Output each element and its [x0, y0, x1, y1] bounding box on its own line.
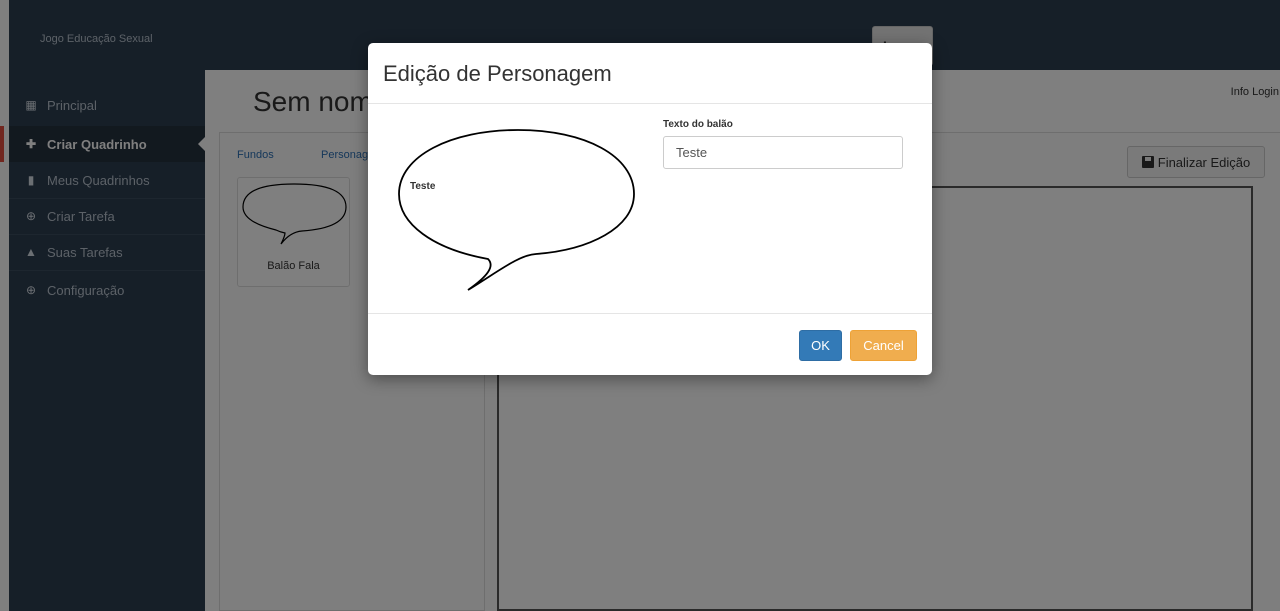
- bubble-text-label: Texto do balão: [663, 119, 733, 130]
- cancel-button[interactable]: Cancel: [850, 330, 917, 361]
- ok-button[interactable]: OK: [799, 330, 842, 361]
- modal-body: Teste Texto do balão: [368, 104, 932, 314]
- modal-title: Edição de Personagem: [383, 61, 612, 86]
- modal-header: Edição de Personagem: [368, 43, 932, 104]
- bubble-text-input[interactable]: [663, 136, 903, 169]
- speech-bubble-preview: [398, 129, 635, 291]
- edit-character-dialog: Edição de Personagem Teste Texto do balã…: [368, 43, 932, 375]
- bubble-text: Teste: [410, 181, 436, 192]
- modal-footer: OK Cancel: [368, 313, 932, 375]
